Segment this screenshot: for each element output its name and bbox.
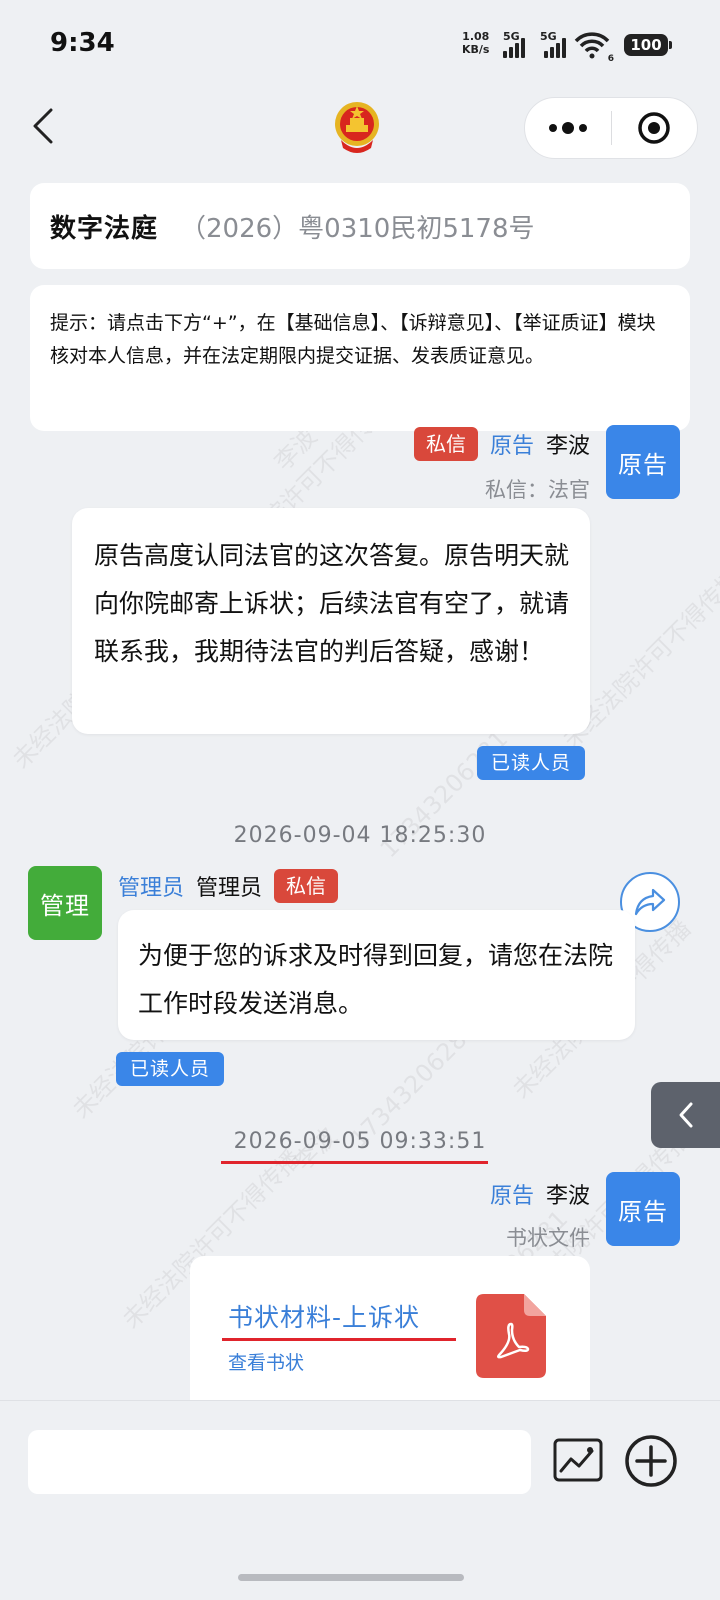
mini-program-capsule [524, 97, 698, 159]
highlight-underline [221, 1161, 488, 1164]
message-input[interactable] [28, 1430, 531, 1494]
hint-card: 提示：请点击下方“+”，在【基础信息】、【诉辩意见】、【举证质证】模块核对本人信… [30, 285, 690, 431]
sender-name: 管理员 [196, 876, 263, 901]
message-header: 私信 原告 李波 [413, 427, 590, 461]
timestamp: 2026-09-04 18:25:30 [233, 823, 487, 848]
sim1-label: 5G [503, 30, 520, 43]
message-sub: 私信：法官 [485, 478, 590, 502]
wifi-icon: 6 [574, 32, 614, 64]
plus-button[interactable] [624, 1434, 678, 1488]
more-button[interactable] [525, 98, 611, 158]
private-tag: 私信 [274, 869, 339, 903]
timestamp: 2026-09-05 09:33:51 [233, 1129, 487, 1154]
case-title-card: 数字法庭 （2026）粤0310民初5178号 [30, 183, 690, 269]
sender-name: 李波 [545, 1184, 590, 1209]
national-emblem-icon [333, 100, 381, 154]
image-button[interactable] [552, 1437, 604, 1485]
wifi-sub: 6 [607, 54, 614, 64]
share-arrow-icon [634, 888, 666, 916]
status-time: 9:34 [50, 28, 115, 58]
message-text: 为便于您的诉求及时得到回复，请您在法院工作时段发送消息。 [138, 941, 614, 1018]
avatar[interactable]: 管理 [28, 866, 102, 940]
more-dots-icon [548, 122, 587, 134]
sender-role: 管理员 [118, 876, 185, 901]
target-icon [638, 112, 670, 144]
avatar[interactable]: 原告 [606, 1172, 680, 1246]
message-bubble[interactable]: 为便于您的诉求及时得到回复，请您在法院工作时段发送消息。 [118, 910, 635, 1040]
app-title: 数字法庭 [50, 213, 159, 244]
back-button[interactable] [26, 104, 60, 148]
file-title[interactable]: 书状材料-上诉状 [228, 1298, 420, 1334]
file-card[interactable]: 书状材料-上诉状 查看书状 [190, 1256, 590, 1402]
chevron-left-icon [33, 108, 53, 144]
message-header: 管理员 管理员 私信 [118, 869, 339, 903]
read-members-button[interactable]: 已读人员 [116, 1052, 225, 1086]
battery-icon: 100 [624, 34, 672, 56]
close-capsule-button[interactable] [612, 98, 698, 158]
avatar-label: 原告 [618, 450, 668, 479]
home-indicator[interactable] [238, 1574, 464, 1581]
avatar[interactable]: 原告 [606, 425, 680, 499]
avatar-label: 管理 [40, 891, 90, 920]
pdf-file-icon [476, 1294, 546, 1378]
message-bubble[interactable]: 原告高度认同法官的这次答复。原告明天就向你院邮寄上诉状；后续法官有空了，就请联系… [72, 508, 590, 734]
image-icon [553, 1438, 603, 1482]
battery-level: 100 [630, 36, 662, 54]
view-file-link[interactable]: 查看书状 [228, 1348, 304, 1375]
case-number: （2026）粤0310民初5178号 [180, 213, 535, 244]
signal-icon: 5G [503, 30, 525, 60]
message-text: 原告高度认同法官的这次答复。原告明天就向你院邮寄上诉状；后续法官有空了，就请联系… [94, 541, 570, 666]
network-speed: 1.08 KB/s [462, 30, 489, 56]
signal-icon: 5G [540, 30, 566, 60]
sender-name: 李波 [545, 434, 590, 459]
avatar-label: 原告 [618, 1197, 668, 1226]
net-speed-value: 1.08 [462, 30, 490, 43]
chevron-left-icon [679, 1102, 692, 1128]
read-members-button[interactable]: 已读人员 [477, 746, 586, 780]
message-sub: 书状文件 [506, 1226, 590, 1250]
message-header: 原告 李波 [490, 1178, 590, 1210]
private-tag: 私信 [413, 427, 478, 461]
highlight-underline [222, 1338, 456, 1341]
net-speed-unit: KB/s [462, 43, 490, 56]
sender-role: 原告 [489, 434, 534, 459]
sim2-label: 5G [540, 30, 557, 43]
hint-text: 提示：请点击下方“+”，在【基础信息】、【诉辩意见】、【举证质证】模块核对本人信… [50, 312, 656, 367]
sender-role: 原告 [489, 1184, 534, 1209]
plus-circle-icon [625, 1435, 677, 1487]
